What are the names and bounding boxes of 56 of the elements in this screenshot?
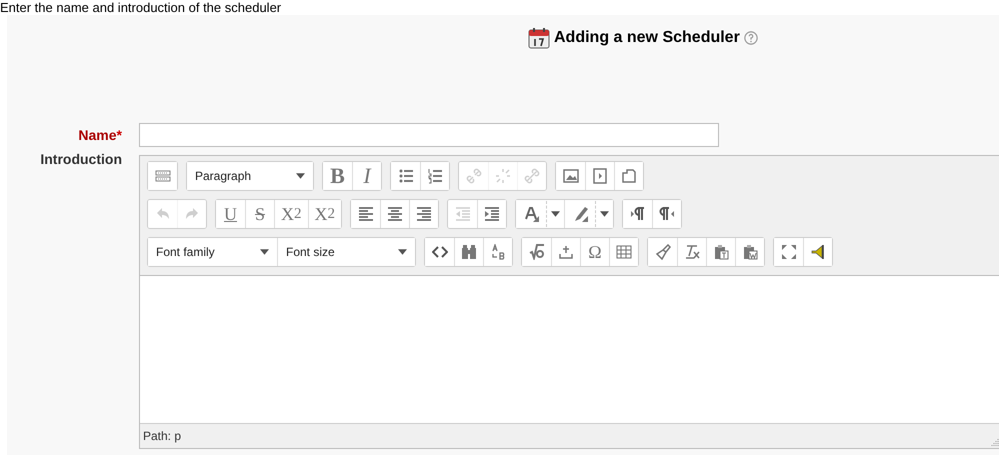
paste-word-icon <box>742 244 758 260</box>
calendar-icon <box>528 27 550 49</box>
format-button[interactable]: I <box>352 162 381 190</box>
font-color-icon <box>524 206 540 222</box>
resize-grip-icon[interactable] <box>991 438 999 446</box>
caret-icon <box>296 173 305 179</box>
help-icon[interactable] <box>744 31 758 45</box>
instruction-text: Enter the name and introduction of the scheduler <box>0 0 282 15</box>
replace-icon <box>490 244 506 260</box>
paste-word-button[interactable] <box>735 238 764 266</box>
table-icon <box>616 244 632 260</box>
align-right-button[interactable] <box>409 200 438 228</box>
highlight-split-button[interactable] <box>564 200 613 228</box>
indent-button[interactable] <box>477 200 506 228</box>
fullscreen-icon <box>780 244 796 260</box>
speaker-button[interactable] <box>803 238 832 266</box>
link-icon <box>466 168 482 184</box>
align-left-icon <box>358 206 374 222</box>
image-icon <box>562 168 578 184</box>
paragraph-ltr-icon <box>630 206 646 222</box>
clear-format-icon <box>684 244 700 260</box>
eraser-icon <box>654 244 670 260</box>
caret-icon <box>600 211 609 217</box>
numbered-list-button[interactable] <box>420 162 449 190</box>
name-label: Name <box>78 127 117 143</box>
introduction-label: Introduction <box>40 151 122 167</box>
caret-icon <box>551 211 560 217</box>
table-button[interactable] <box>609 238 638 266</box>
caret-icon <box>260 249 269 255</box>
caret-icon <box>398 249 407 255</box>
keyboard-icon <box>154 168 170 184</box>
bullet-list-icon <box>398 168 414 184</box>
file-icon <box>621 168 637 184</box>
replace-button[interactable] <box>483 238 512 266</box>
indent-icon <box>484 206 500 222</box>
format-dropdown[interactable]: Font size <box>277 238 415 266</box>
element-path: Path: p <box>143 429 182 443</box>
align-right-icon <box>416 206 432 222</box>
page-title: Adding a new Scheduler <box>554 29 740 47</box>
align-center-icon <box>387 206 403 222</box>
paragraph-rtl-button[interactable] <box>652 200 681 228</box>
name-input-field[interactable] <box>139 123 719 147</box>
insert-icon <box>558 244 574 260</box>
required-mark: * <box>116 127 122 143</box>
outdent-icon <box>454 206 470 222</box>
film-icon <box>592 168 608 184</box>
numbered-list-icon <box>427 168 443 184</box>
format-dropdown[interactable]: Paragraph <box>187 162 313 190</box>
speaker-icon <box>810 244 826 260</box>
file-button[interactable] <box>614 162 643 190</box>
binoculars-icon <box>461 244 477 260</box>
code-icon <box>432 244 448 260</box>
paste-text-icon <box>713 244 729 260</box>
highlight-icon <box>573 206 589 222</box>
square-root-icon <box>528 244 544 260</box>
paragraph-rtl-icon <box>659 206 675 222</box>
